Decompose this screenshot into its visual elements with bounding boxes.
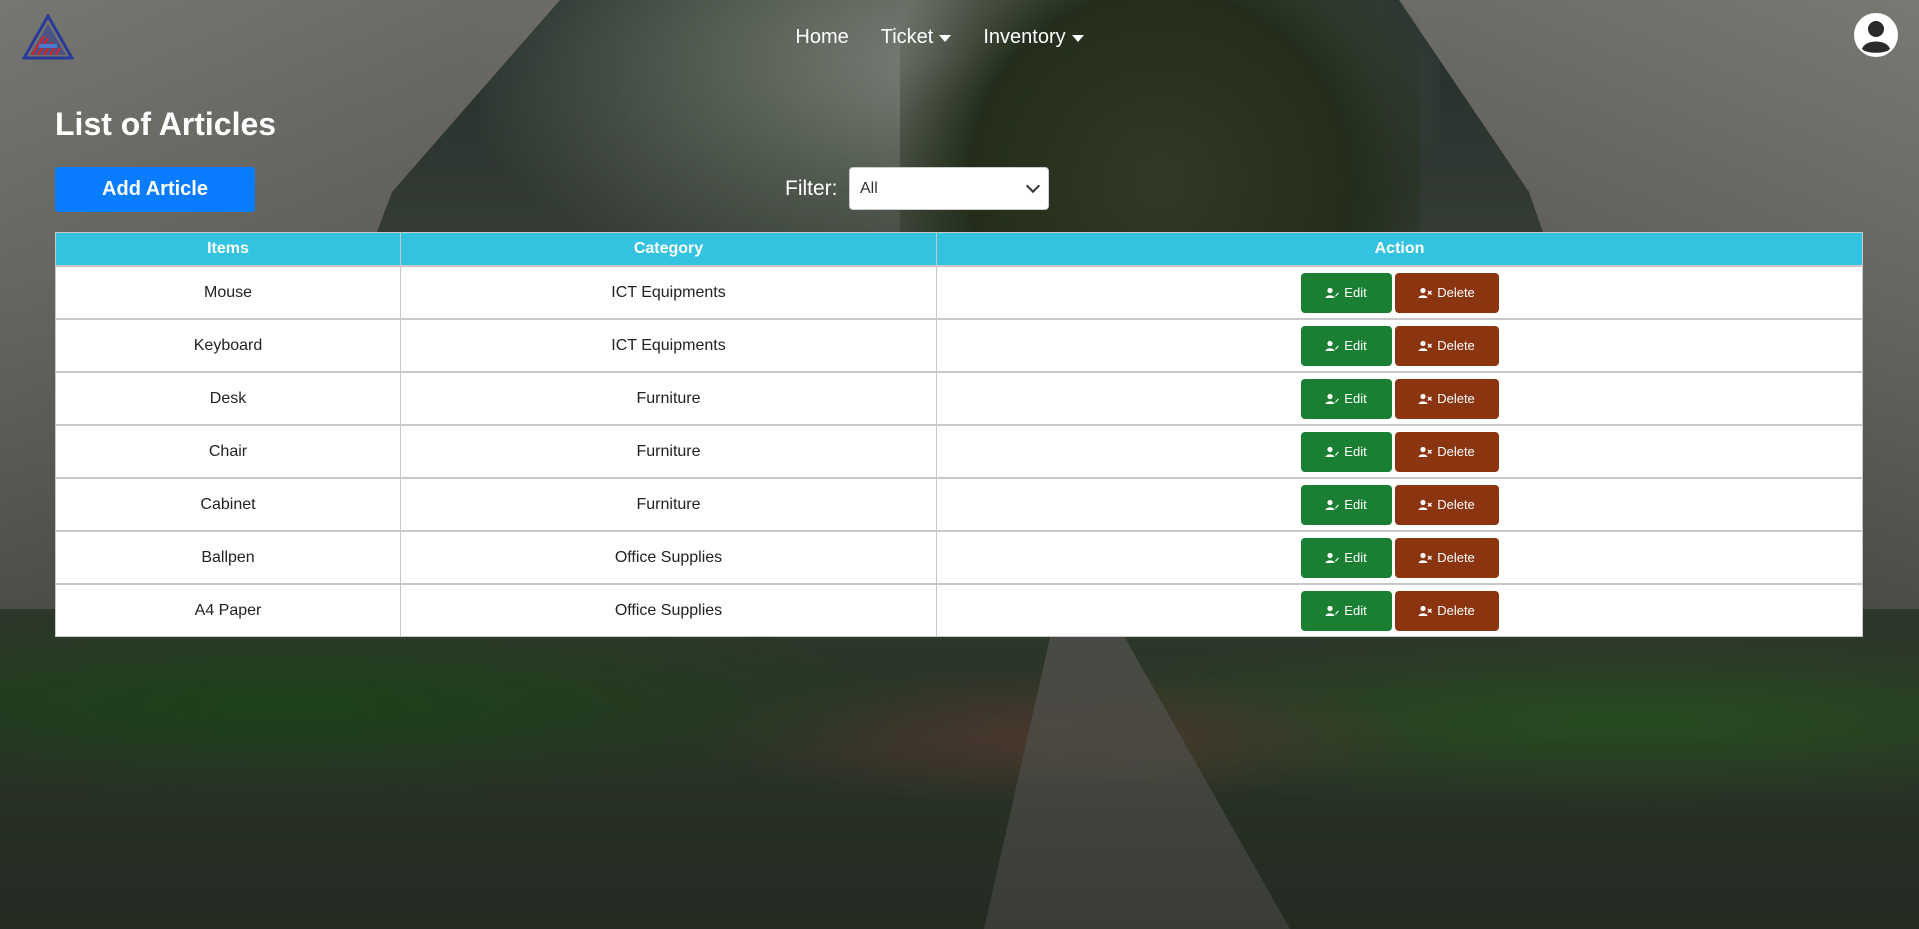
cell-item: Keyboard (55, 318, 401, 373)
user-edit-icon (1325, 499, 1340, 510)
header-action: Action (936, 232, 1863, 267)
chevron-down-icon (1025, 178, 1041, 194)
table-header-row: Items Category Action (55, 232, 1863, 267)
filter-label: Filter: (785, 177, 838, 200)
cell-actions: Edit Delete (936, 583, 1863, 637)
caret-down-icon (1071, 35, 1084, 42)
cell-actions: Edit Delete (936, 371, 1863, 426)
user-remove-icon (1418, 605, 1433, 616)
cell-category: Furniture (400, 477, 937, 532)
cell-item: Desk (55, 371, 401, 426)
delete-label: Delete (1437, 550, 1475, 565)
cell-actions: Edit Delete (936, 424, 1863, 479)
cell-category: Office Supplies (400, 530, 937, 585)
cell-category: ICT Equipments (400, 318, 937, 373)
delete-label: Delete (1437, 444, 1475, 459)
edit-button[interactable]: Edit (1300, 590, 1392, 631)
delete-button[interactable]: Delete (1394, 431, 1499, 472)
delete-button[interactable]: Delete (1394, 590, 1499, 631)
edit-button[interactable]: Edit (1300, 378, 1392, 419)
nav-home-link[interactable]: Home (795, 26, 848, 49)
user-edit-icon (1325, 605, 1340, 616)
user-remove-icon (1418, 393, 1433, 404)
edit-button[interactable]: Edit (1300, 484, 1392, 525)
user-edit-icon (1325, 340, 1340, 351)
edit-button[interactable]: Edit (1300, 431, 1392, 472)
caret-down-icon (939, 35, 952, 42)
edit-label: Edit (1344, 285, 1367, 300)
user-remove-icon (1418, 552, 1433, 563)
nav-home-label: Home (795, 26, 849, 48)
filter-selected-value: All (860, 179, 878, 197)
cell-item: Chair (55, 424, 401, 479)
table-row: Keyboard ICT Equipments Edit Delete (55, 318, 1863, 373)
nav-ticket-dropdown[interactable]: Ticket (881, 26, 952, 49)
edit-label: Edit (1344, 338, 1367, 353)
table-row: A4 Paper Office Supplies Edit Delete (55, 583, 1863, 637)
user-remove-icon (1418, 287, 1433, 298)
table-row: Desk Furniture Edit Delete (55, 371, 1863, 426)
articles-table: Items Category Action Mouse ICT Equipment… (55, 232, 1863, 637)
cell-item: Ballpen (55, 530, 401, 585)
nav-ticket-label: Ticket (880, 26, 934, 48)
cell-actions: Edit Delete (936, 265, 1863, 320)
header-items[interactable]: Items (55, 232, 401, 267)
delete-label: Delete (1437, 285, 1475, 300)
add-article-button[interactable]: Add Article (55, 167, 255, 212)
delete-button[interactable]: Delete (1394, 537, 1499, 578)
nav-inventory-dropdown[interactable]: Inventory (983, 26, 1084, 49)
cell-category: Office Supplies (400, 583, 937, 637)
delete-label: Delete (1437, 338, 1475, 353)
edit-button[interactable]: Edit (1300, 325, 1392, 366)
nav-inventory-label: Inventory (983, 26, 1066, 48)
user-circle-icon[interactable] (1853, 12, 1899, 58)
filter-select[interactable]: All (849, 167, 1049, 210)
edit-label: Edit (1344, 391, 1367, 406)
cell-category: Furniture (400, 371, 937, 426)
user-edit-icon (1325, 552, 1340, 563)
cell-actions: Edit Delete (936, 477, 1863, 532)
cell-category: Furniture (400, 424, 937, 479)
delete-label: Delete (1437, 497, 1475, 512)
cell-category: ICT Equipments (400, 265, 937, 320)
cell-actions: Edit Delete (936, 318, 1863, 373)
header-category[interactable]: Category (400, 232, 937, 267)
page-title: List of Articles (55, 106, 277, 142)
cell-item: Mouse (55, 265, 401, 320)
delete-button[interactable]: Delete (1394, 378, 1499, 419)
user-edit-icon (1325, 287, 1340, 298)
cell-actions: Edit Delete (936, 530, 1863, 585)
user-edit-icon (1325, 446, 1340, 457)
edit-label: Edit (1344, 497, 1367, 512)
delete-label: Delete (1437, 603, 1475, 618)
table-row: Cabinet Furniture Edit Delete (55, 477, 1863, 532)
delete-button[interactable]: Delete (1394, 325, 1499, 366)
edit-button[interactable]: Edit (1300, 537, 1392, 578)
cell-item: A4 Paper (55, 583, 401, 637)
user-edit-icon (1325, 393, 1340, 404)
table-row: Mouse ICT Equipments Edit Delete (55, 265, 1863, 320)
edit-label: Edit (1344, 444, 1367, 459)
edit-label: Edit (1344, 603, 1367, 618)
navbar: Home Ticket Inventory (0, 0, 1919, 76)
delete-button[interactable]: Delete (1394, 484, 1499, 525)
delete-label: Delete (1437, 391, 1475, 406)
user-remove-icon (1418, 446, 1433, 457)
cell-item: Cabinet (55, 477, 401, 532)
edit-label: Edit (1344, 550, 1367, 565)
table-row: Ballpen Office Supplies Edit Delete (55, 530, 1863, 585)
user-remove-icon (1418, 499, 1433, 510)
user-remove-icon (1418, 340, 1433, 351)
delete-button[interactable]: Delete (1394, 272, 1499, 313)
edit-button[interactable]: Edit (1300, 272, 1392, 313)
table-row: Chair Furniture Edit Delete (55, 424, 1863, 479)
